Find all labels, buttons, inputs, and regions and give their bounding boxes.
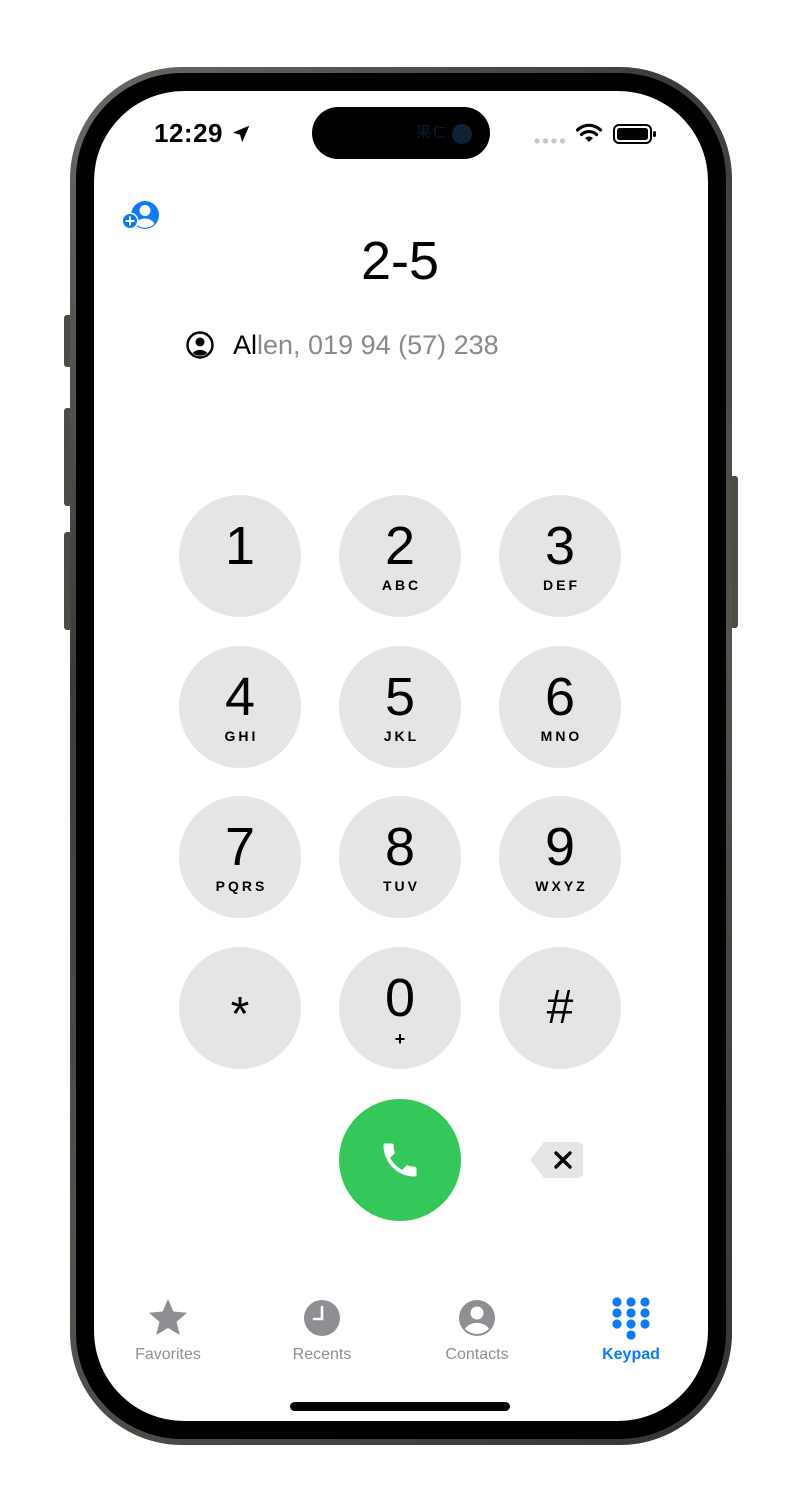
key-3[interactable]: 3 DEF <box>499 495 621 617</box>
tab-recents[interactable]: Recents <box>262 1296 382 1364</box>
suggestion-rest: len, 019 94 (57) 238 <box>257 329 499 360</box>
clock-icon <box>304 1300 340 1336</box>
tab-contacts[interactable]: Contacts <box>417 1296 537 1364</box>
phone-icon <box>383 1143 417 1177</box>
key-letters <box>239 577 242 593</box>
key-0[interactable]: 0 + <box>339 947 461 1069</box>
key-digit: 8 <box>384 817 416 877</box>
person-circle-icon <box>186 331 214 359</box>
key-5[interactable]: 5 JKL <box>339 646 461 768</box>
keypad-grid-icon <box>612 1297 650 1340</box>
key-digit: 1 <box>224 516 256 576</box>
tab-label: Contacts <box>445 1346 509 1363</box>
key-digit: 9 <box>544 817 576 877</box>
key-digit: 0 <box>384 968 416 1028</box>
key-star[interactable]: * <box>179 947 301 1069</box>
key-digit: 7 <box>224 817 256 877</box>
key-2[interactable]: 2 ABC <box>339 495 461 617</box>
tab-keypad[interactable]: Keypad <box>571 1296 691 1364</box>
key-letters: + <box>394 1029 409 1049</box>
key-letters: TUV <box>383 878 420 894</box>
key-digit: * <box>230 988 250 1041</box>
key-letters: WXYZ <box>535 878 588 894</box>
delete-backspace-icon[interactable] <box>528 1140 584 1180</box>
person-circle-icon <box>459 1300 495 1336</box>
suggestion-match: Al <box>233 329 258 360</box>
location-arrow-icon <box>232 125 250 143</box>
contact-suggestion[interactable]: Allen, 019 94 (57) 238 <box>185 326 499 364</box>
key-1[interactable]: 1 <box>179 495 301 617</box>
star-icon <box>149 1299 187 1335</box>
island-avatar-icon <box>452 124 472 144</box>
key-letters: DEF <box>543 577 580 593</box>
add-contact-icon[interactable] <box>121 198 161 232</box>
key-letters: ABC <box>381 577 422 593</box>
key-digit: # <box>546 981 574 1034</box>
phone-mockup: 12:29 果仁 2-5 Allen, 019 94 (57) 238 1 2 … <box>0 0 800 1512</box>
key-letters: PQRS <box>215 878 268 894</box>
key-6[interactable]: 6 MNO <box>499 646 621 768</box>
island-app-label: 果仁 <box>416 124 449 141</box>
key-letters: GHI <box>224 728 259 744</box>
home-indicator[interactable] <box>290 1402 510 1411</box>
battery-icon <box>613 124 656 144</box>
key-7[interactable]: 7 PQRS <box>179 796 301 918</box>
call-button[interactable] <box>339 1099 461 1221</box>
key-8[interactable]: 8 TUV <box>339 796 461 918</box>
key-4[interactable]: 4 GHI <box>179 646 301 768</box>
key-letters: MNO <box>540 728 583 744</box>
wifi-icon <box>575 123 603 142</box>
suggestion-text: Allen, 019 94 (57) 238 <box>233 330 499 361</box>
tab-label: Recents <box>292 1346 352 1363</box>
dialed-number: 2-5 <box>360 231 440 291</box>
tab-label: Favorites <box>135 1346 201 1363</box>
cellular-signal-icon <box>534 138 566 144</box>
tab-bar: Favorites Recents Contacts Keypad <box>94 1296 708 1376</box>
tab-favorites[interactable]: Favorites <box>108 1296 228 1364</box>
key-digit: 6 <box>544 667 576 727</box>
key-digit: 3 <box>544 516 576 576</box>
key-digit: 2 <box>384 516 416 576</box>
key-letters: JKL <box>383 728 420 744</box>
tab-label: Keypad <box>602 1346 660 1363</box>
key-hash[interactable]: # <box>499 947 621 1069</box>
status-time: 12:29 <box>154 118 223 148</box>
key-digit: 5 <box>384 667 416 727</box>
key-9[interactable]: 9 WXYZ <box>499 796 621 918</box>
key-digit: 4 <box>224 667 256 727</box>
